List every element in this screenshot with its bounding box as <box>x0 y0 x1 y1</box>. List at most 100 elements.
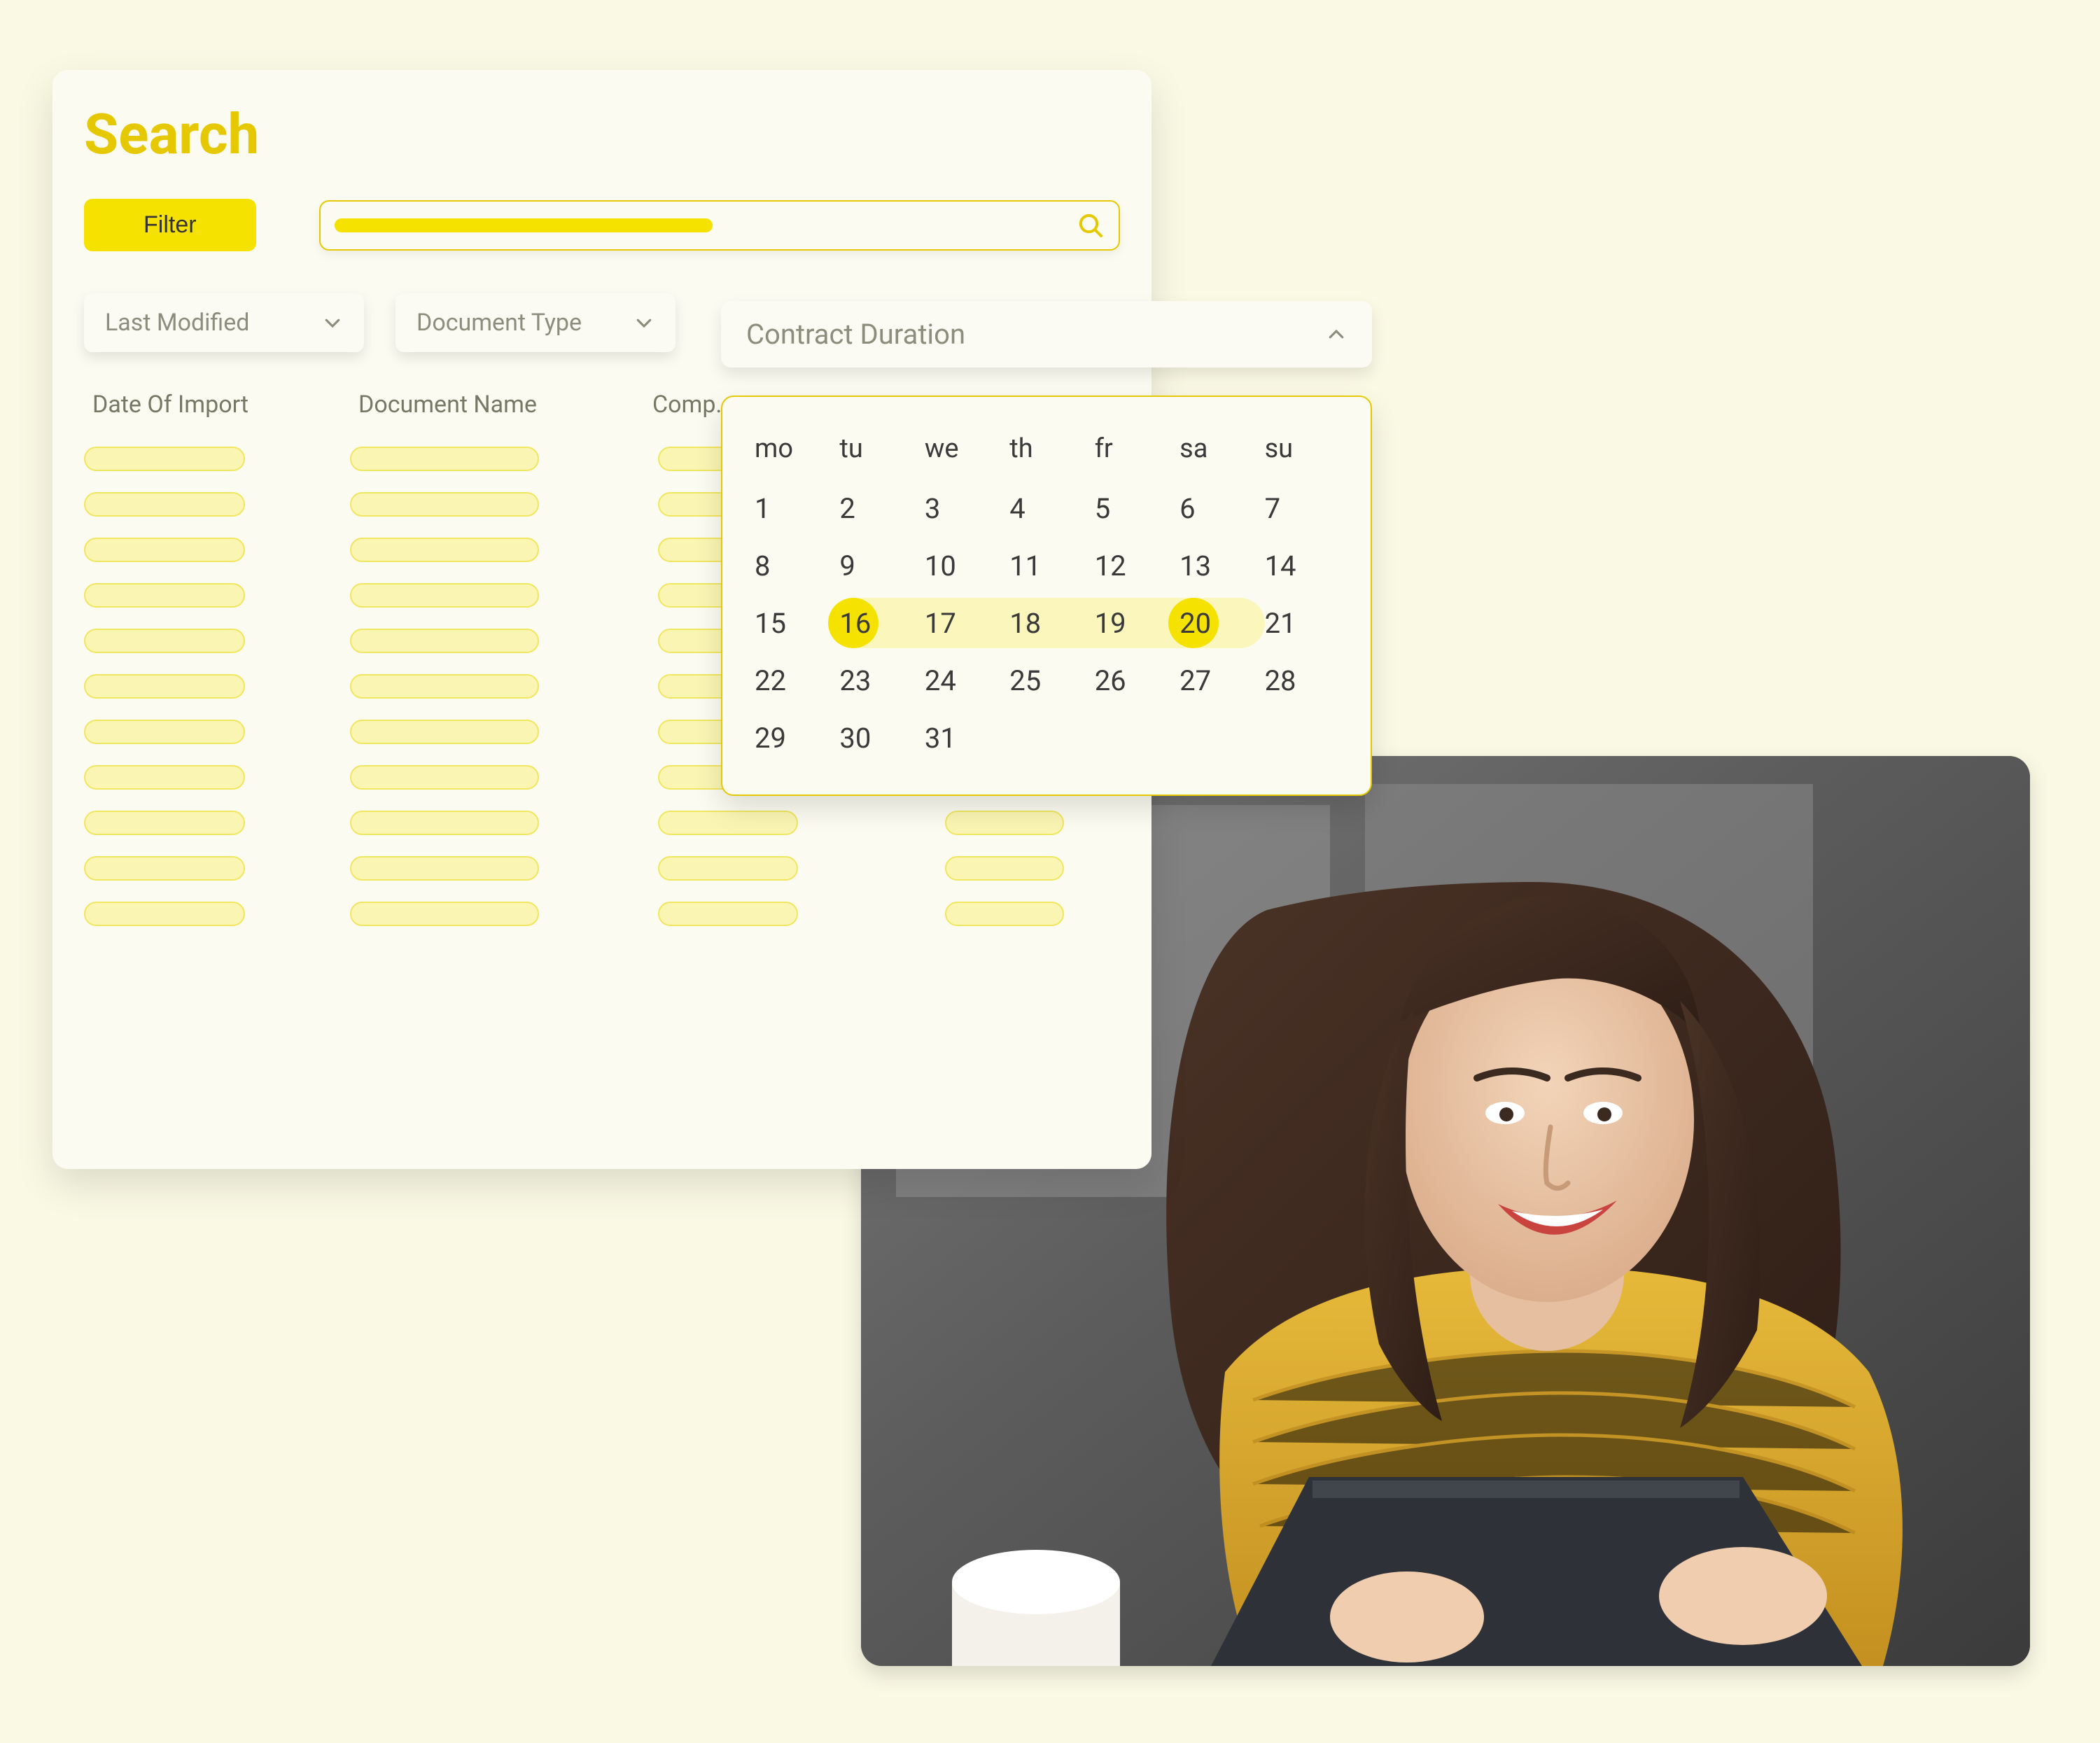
cell-placeholder <box>84 492 245 517</box>
selected-day-marker <box>1168 598 1219 648</box>
calendar-day[interactable]: 5 <box>1089 479 1174 537</box>
page-title: Search <box>84 102 1120 167</box>
calendar-weekdays: motuwethfrsasu <box>749 425 1344 479</box>
calendar-day[interactable]: 28 <box>1259 652 1344 709</box>
cell-placeholder <box>350 492 539 517</box>
calendar-day[interactable]: 31 <box>919 709 1004 766</box>
cell-placeholder <box>945 856 1064 881</box>
cell-placeholder <box>658 856 798 881</box>
search-input[interactable] <box>319 200 1120 251</box>
calendar-day[interactable]: 1 <box>749 479 834 537</box>
calendar-day[interactable]: 18 <box>1004 594 1088 652</box>
table-row[interactable] <box>84 856 1120 881</box>
calendar-day[interactable]: 11 <box>1004 537 1088 594</box>
weekday-label: mo <box>749 425 834 479</box>
cell-placeholder <box>350 447 539 471</box>
chevron-down-icon <box>322 312 343 333</box>
cell-placeholder <box>658 811 798 835</box>
cell-placeholder <box>84 674 245 699</box>
weekday-label: fr <box>1089 425 1174 479</box>
calendar: motuwethfrsasu 1234567891011121314151617… <box>721 396 1372 796</box>
cell-placeholder <box>350 583 539 608</box>
calendar-day[interactable]: 14 <box>1259 537 1344 594</box>
cell-placeholder <box>84 902 245 926</box>
weekday-label: sa <box>1174 425 1259 479</box>
cell-placeholder <box>84 811 245 835</box>
calendar-day <box>1089 709 1174 766</box>
cell-placeholder <box>350 902 539 926</box>
calendar-day[interactable]: 6 <box>1174 479 1259 537</box>
cell-placeholder <box>350 811 539 835</box>
calendar-day[interactable]: 25 <box>1004 652 1088 709</box>
calendar-day[interactable]: 2 <box>834 479 918 537</box>
column-header: Document Name <box>358 391 645 419</box>
calendar-week: 15161718192021 <box>749 594 1344 652</box>
calendar-day[interactable]: 9 <box>834 537 918 594</box>
cell-placeholder <box>350 720 539 744</box>
calendar-day <box>1259 709 1344 766</box>
calendar-day[interactable]: 26 <box>1089 652 1174 709</box>
calendar-day[interactable]: 17 <box>919 594 1004 652</box>
calendar-day[interactable]: 23 <box>834 652 918 709</box>
calendar-day[interactable]: 20 <box>1174 594 1259 652</box>
column-header: Date Of Import <box>92 391 351 419</box>
calendar-panel: Contract Duration motuwethfrsasu 1234567… <box>721 301 1372 796</box>
cell-placeholder <box>350 629 539 653</box>
cell-placeholder <box>84 765 245 790</box>
calendar-day[interactable]: 3 <box>919 479 1004 537</box>
cell-placeholder <box>350 538 539 562</box>
calendar-day[interactable]: 24 <box>919 652 1004 709</box>
calendar-week: 891011121314 <box>749 537 1344 594</box>
table-row[interactable] <box>84 902 1120 926</box>
calendar-day[interactable]: 7 <box>1259 479 1344 537</box>
weekday-label: tu <box>834 425 918 479</box>
cell-placeholder <box>84 447 245 471</box>
weekday-label: su <box>1259 425 1344 479</box>
cell-placeholder <box>350 856 539 881</box>
calendar-day[interactable]: 19 <box>1089 594 1174 652</box>
calendar-day[interactable]: 16 <box>834 594 918 652</box>
calendar-week: 1234567 <box>749 479 1344 537</box>
cell-placeholder <box>350 765 539 790</box>
calendar-day[interactable]: 13 <box>1174 537 1259 594</box>
dropdown-label: Last Modified <box>105 309 249 337</box>
calendar-day[interactable]: 4 <box>1004 479 1088 537</box>
calendar-day <box>1004 709 1088 766</box>
cell-placeholder <box>84 538 245 562</box>
calendar-day[interactable]: 29 <box>749 709 834 766</box>
search-input-value-placeholder <box>335 218 713 232</box>
calendar-day[interactable]: 15 <box>749 594 834 652</box>
dropdown-label: Document Type <box>416 309 582 337</box>
calendar-day[interactable]: 27 <box>1174 652 1259 709</box>
cell-placeholder <box>84 583 245 608</box>
calendar-day[interactable]: 10 <box>919 537 1004 594</box>
table-row[interactable] <box>84 811 1120 835</box>
search-icon[interactable] <box>1077 211 1105 239</box>
calendar-week: 22232425262728 <box>749 652 1344 709</box>
cell-placeholder <box>658 902 798 926</box>
calendar-day[interactable]: 21 <box>1259 594 1344 652</box>
dropdown-last-modified[interactable]: Last Modified <box>84 293 364 352</box>
calendar-day[interactable]: 30 <box>834 709 918 766</box>
chevron-down-icon <box>634 312 654 333</box>
cell-placeholder <box>84 720 245 744</box>
cell-placeholder <box>84 629 245 653</box>
weekday-label: th <box>1004 425 1088 479</box>
cell-placeholder <box>945 902 1064 926</box>
cell-placeholder <box>84 856 245 881</box>
calendar-day[interactable]: 12 <box>1089 537 1174 594</box>
dropdown-contract-duration[interactable]: Contract Duration <box>721 301 1372 368</box>
dropdown-document-type[interactable]: Document Type <box>396 293 676 352</box>
calendar-day <box>1174 709 1259 766</box>
filter-button[interactable]: Filter <box>84 199 256 251</box>
calendar-day[interactable]: 22 <box>749 652 834 709</box>
calendar-day[interactable]: 8 <box>749 537 834 594</box>
chevron-up-icon <box>1326 324 1347 345</box>
cell-placeholder <box>350 674 539 699</box>
selected-day-marker <box>828 598 878 648</box>
filter-row: Filter <box>84 199 1120 251</box>
weekday-label: we <box>919 425 1004 479</box>
calendar-week: 293031 <box>749 709 1344 766</box>
cell-placeholder <box>945 811 1064 835</box>
dropdown-label: Contract Duration <box>746 318 965 351</box>
